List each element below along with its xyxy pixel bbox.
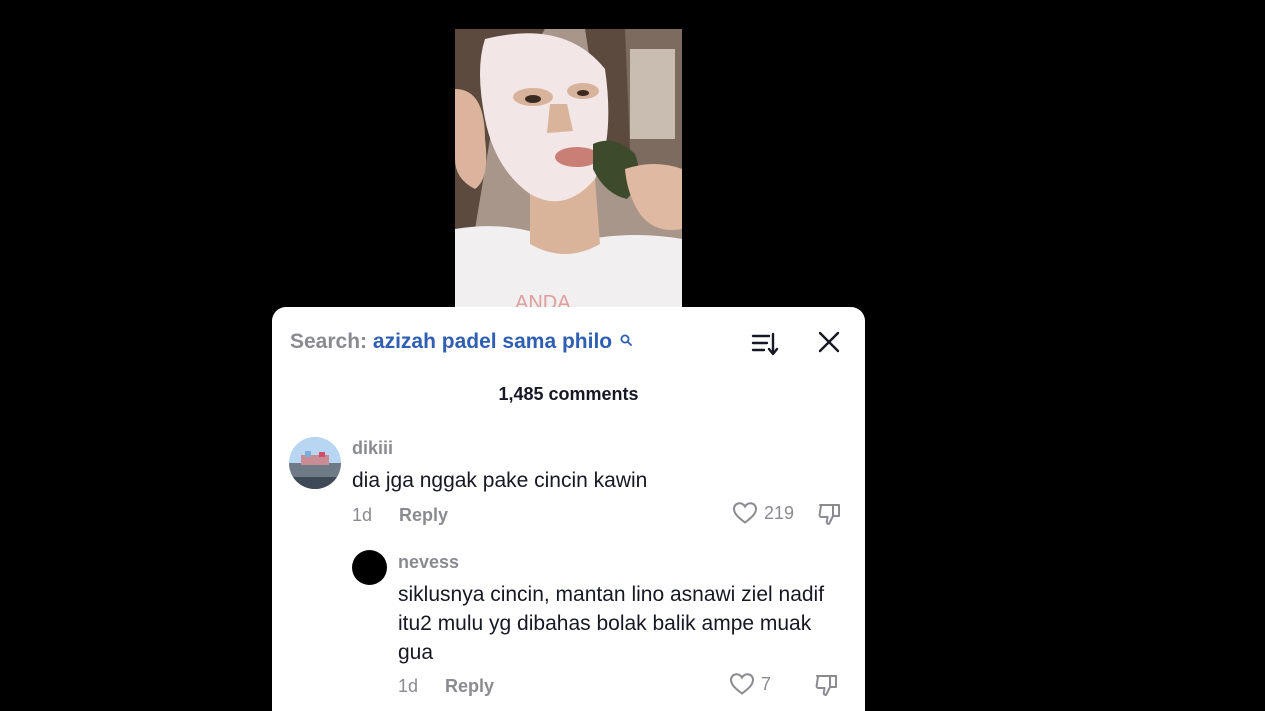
- like-button[interactable]: 7: [729, 672, 771, 696]
- like-count: 219: [764, 502, 795, 523]
- video-frame-image: ANDA: [455, 29, 682, 311]
- reply-button[interactable]: Reply: [399, 505, 448, 526]
- search-query[interactable]: azizah padel sama philo: [373, 330, 612, 353]
- search-prefix: Search:: [290, 330, 368, 353]
- thumbs-down-icon: [815, 675, 837, 696]
- comment-username[interactable]: dikiii: [352, 438, 393, 459]
- like-button[interactable]: 219: [732, 501, 794, 525]
- sort-icon[interactable]: [750, 329, 780, 359]
- heart-icon: [729, 673, 755, 695]
- avatar[interactable]: [352, 550, 387, 585]
- screen: ANDA Search: azizah padel sama philo 1,4…: [0, 0, 1265, 711]
- close-icon[interactable]: [816, 329, 842, 355]
- dislike-button[interactable]: [814, 672, 840, 703]
- comments-sheet: Search: azizah padel sama philo 1,485 co…: [272, 307, 865, 711]
- dislike-button[interactable]: [817, 501, 843, 532]
- video-player[interactable]: ANDA: [455, 29, 682, 311]
- comment-text: dia jga nggak pake cincin kawin: [352, 469, 648, 492]
- avatar[interactable]: [289, 437, 341, 489]
- heart-icon: [732, 502, 758, 524]
- reply-time: 1d: [398, 676, 419, 696]
- like-count: 7: [761, 673, 772, 694]
- comment-time: 1d: [352, 505, 373, 525]
- comments-count: 1,485 comments: [498, 384, 639, 404]
- reply-button[interactable]: Reply: [445, 676, 494, 697]
- search-icon: [620, 327, 632, 353]
- thumbs-down-icon: [818, 504, 840, 525]
- reply-username[interactable]: nevess: [398, 552, 459, 573]
- search-header[interactable]: Search: azizah padel sama philo: [290, 329, 632, 355]
- reply-text: siklusnya cincin, mantan lino asnawi zie…: [398, 583, 825, 664]
